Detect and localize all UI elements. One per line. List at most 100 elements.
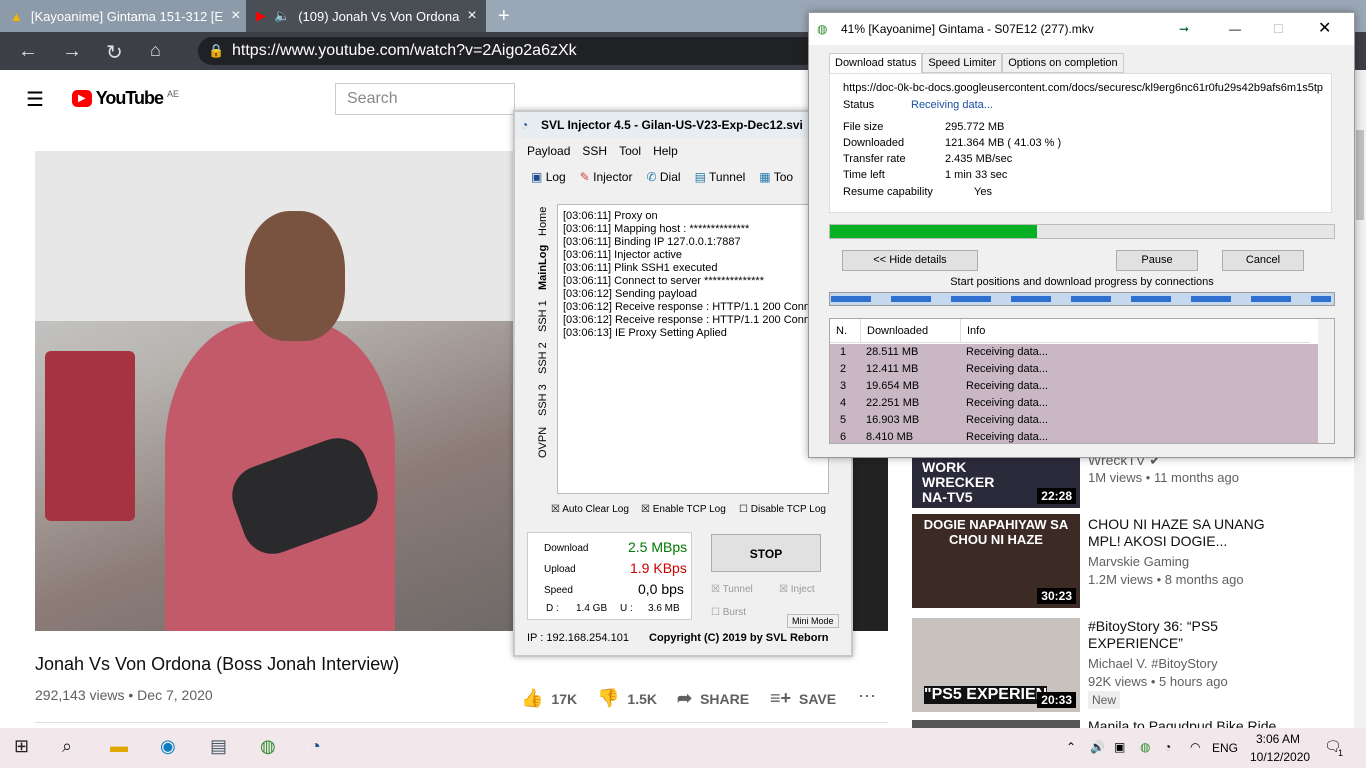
rec-title[interactable]: Manila to Pagudpud Bike Ride xyxy=(1088,718,1288,728)
svl-title-bar[interactable]: ◔ SVL Injector 4.5 - Gilan-US-V23-Exp-De… xyxy=(515,112,851,138)
new-tab-button[interactable]: + xyxy=(488,0,518,32)
close-icon[interactable]: ✕ xyxy=(1318,13,1331,45)
tray-chevron-icon[interactable]: ⌃ xyxy=(1066,740,1076,754)
reload-icon[interactable]: ↻ xyxy=(106,40,123,65)
edge-icon[interactable]: ◉ xyxy=(160,736,176,757)
youtube-logo[interactable]: ▶ YouTube AE xyxy=(72,88,179,109)
vtab-ssh2[interactable]: SSH 2 xyxy=(537,342,549,374)
maximize-icon[interactable]: ☐ xyxy=(1273,13,1284,45)
tool-icon: ▦ xyxy=(759,170,771,184)
main-log[interactable]: [03:06:11] Proxy on [03:06:11] Mapping ho… xyxy=(557,204,829,494)
back-icon[interactable]: ← xyxy=(18,40,38,63)
connections-table[interactable]: N. Downloaded Info 1 28.511 MB Receiving d… xyxy=(829,318,1335,444)
minimize-icon[interactable]: — xyxy=(1229,13,1241,45)
hide-details-button[interactable]: << Hide details xyxy=(842,250,978,271)
clock-date[interactable]: 10/12/2020 xyxy=(1250,750,1310,764)
home-icon[interactable]: ⌂ xyxy=(150,40,161,61)
forward-icon[interactable]: → xyxy=(62,40,82,63)
col-n[interactable]: N. xyxy=(830,319,860,342)
tab-injector[interactable]: ✎ Injector xyxy=(580,170,633,184)
stop-button[interactable]: STOP xyxy=(711,534,821,572)
tab-download-status[interactable]: Download status xyxy=(829,53,923,73)
tab-log[interactable]: ▣ Log xyxy=(531,170,566,184)
tab-speed-limiter[interactable]: Speed Limiter xyxy=(922,53,1003,73)
log-line: [03:06:11] Proxy on xyxy=(563,210,658,222)
tab-youtube[interactable]: ▶ 🔈 (109) Jonah Vs Von Ordona × xyxy=(246,0,486,32)
rec-title[interactable]: CHOU NI HAZE SA UNANG MPL! AKOSI DOGIE..… xyxy=(1088,516,1288,550)
table-scrollbar[interactable] xyxy=(1318,319,1334,443)
inject-checkbox[interactable]: ☒ Inject xyxy=(779,584,815,595)
vtab-ssh3[interactable]: SSH 3 xyxy=(537,384,549,416)
playlist-add-icon: ≡+ xyxy=(770,688,792,708)
rec-channel[interactable]: Marvskie Gaming xyxy=(1088,554,1189,569)
cancel-button[interactable]: Cancel xyxy=(1222,250,1304,271)
menu-icon[interactable]: ☰ xyxy=(26,87,44,112)
svl-tabs: ▣ Log ✎ Injector ✆ Dial ▤ Tunnel ▦ Too xyxy=(531,170,831,184)
video-player[interactable] xyxy=(35,151,515,631)
idm-taskbar-icon[interactable]: ◍ xyxy=(260,736,276,757)
rec-thumbnail[interactable]: "PS5 EXPERIEN 20:33 xyxy=(912,618,1080,712)
table-row[interactable]: 3 19.654 MB Receiving data... xyxy=(830,378,1318,395)
vtab-home[interactable]: Home xyxy=(537,207,549,236)
vtab-mainlog[interactable]: MainLog xyxy=(537,245,549,290)
scrollbar-thumb[interactable] xyxy=(1356,130,1364,220)
menu-help[interactable]: Help xyxy=(653,144,678,158)
idm-tray-icon[interactable]: ◍ xyxy=(1140,740,1150,754)
wifi-icon[interactable]: ◠ xyxy=(1190,740,1200,754)
mini-mode-button[interactable]: Mini Mode xyxy=(787,614,839,628)
menu-payload[interactable]: Payload xyxy=(527,144,570,158)
url-field[interactable]: 🔒 https://www.youtube.com/watch?v=2Aigo2… xyxy=(198,37,818,65)
enable-tcp-log-checkbox[interactable]: ☒ Enable TCP Log xyxy=(641,504,726,515)
menu-ssh[interactable]: SSH xyxy=(582,144,607,158)
close-tab-icon[interactable]: × xyxy=(231,7,240,25)
d-value: 1.4 GB xyxy=(576,603,608,614)
tab-tool[interactable]: ▦ Too xyxy=(759,170,793,184)
close-tab-icon[interactable]: × xyxy=(467,7,476,25)
table-row[interactable]: 1 28.511 MB Receiving data... xyxy=(830,344,1318,361)
page-scrollbar[interactable] xyxy=(1354,70,1366,728)
search-input[interactable]: Search xyxy=(335,83,515,115)
speaker-icon[interactable]: 🔈 xyxy=(274,8,290,24)
idm-title-bar[interactable]: ◍ 41% [Kayoanime] Gintama - S07E12 (277)… xyxy=(809,13,1354,45)
windows-start-icon[interactable]: ⊞ xyxy=(14,736,29,757)
tab-tunnel[interactable]: ▤ Tunnel xyxy=(695,170,746,184)
rec-thumbnail[interactable] xyxy=(912,720,1080,728)
svl-tray-icon[interactable]: ◔ xyxy=(1164,740,1171,754)
menu-tool[interactable]: Tool xyxy=(619,144,641,158)
table-row[interactable]: 5 16.903 MB Receiving data... xyxy=(830,412,1318,429)
share-button[interactable]: ➦ SHARE xyxy=(677,688,749,709)
more-icon[interactable]: ⋯ xyxy=(858,686,876,707)
svl-taskbar-icon[interactable]: ◔ xyxy=(310,736,321,757)
network-app-icon[interactable]: ▤ xyxy=(210,736,227,757)
tab-gintama[interactable]: ▲ [Kayoanime] Gintama 151-312 [E × xyxy=(0,0,246,32)
vtab-ovpn[interactable]: OVPN xyxy=(537,427,549,458)
rec-channel[interactable]: Michael V. #BitoyStory xyxy=(1088,656,1218,671)
log-line: [03:06:11] Plink SSH1 executed xyxy=(563,262,718,274)
language-indicator[interactable]: ENG xyxy=(1212,741,1238,755)
tunnel-checkbox[interactable]: ☒ Tunnel xyxy=(711,584,753,595)
dislike-button[interactable]: 👎 1.5K xyxy=(597,688,657,709)
table-row[interactable]: 4 22.251 MB Receiving data... xyxy=(830,395,1318,412)
save-button[interactable]: ≡+ SAVE xyxy=(770,688,836,709)
tab-options-completion[interactable]: Options on completion xyxy=(1002,53,1124,73)
downloaded-value: 121.364 MB ( 41.03 % ) xyxy=(945,137,1062,149)
table-row[interactable]: 6 8.410 MB Receiving data... xyxy=(830,429,1318,443)
search-icon[interactable]: ⌕ xyxy=(62,736,72,757)
clock-time[interactable]: 3:06 AM xyxy=(1256,732,1300,746)
auto-clear-log-checkbox[interactable]: ☒ Auto Clear Log xyxy=(551,504,629,515)
pause-button[interactable]: Pause xyxy=(1116,250,1198,271)
vtab-ssh1[interactable]: SSH 1 xyxy=(537,300,549,332)
tab-dial[interactable]: ✆ Dial xyxy=(646,170,680,184)
rec-thumbnail[interactable]: DOGIE NAPAHIYAW SA CHOU NI HAZE 30:23 xyxy=(912,514,1080,608)
like-button[interactable]: 👍 17K xyxy=(521,688,577,709)
table-row[interactable]: 2 12.411 MB Receiving data... xyxy=(830,361,1318,378)
rec-title[interactable]: #BitoyStory 36: “PS5 EXPERIENCE” xyxy=(1088,618,1288,652)
tray-app-icon[interactable]: ▣ xyxy=(1114,740,1125,754)
rec-thumbnail[interactable]: WORK WRECKER NA-TV5 22:28 xyxy=(912,458,1080,508)
volume-icon[interactable]: 🔊 xyxy=(1090,740,1105,754)
col-downloaded[interactable]: Downloaded xyxy=(860,319,960,342)
col-info[interactable]: Info xyxy=(960,319,985,342)
disable-tcp-log-checkbox[interactable]: ☐ Disable TCP Log xyxy=(739,504,826,515)
burst-checkbox[interactable]: ☐ Burst xyxy=(711,607,746,618)
file-explorer-icon[interactable]: ▬ xyxy=(110,736,128,757)
